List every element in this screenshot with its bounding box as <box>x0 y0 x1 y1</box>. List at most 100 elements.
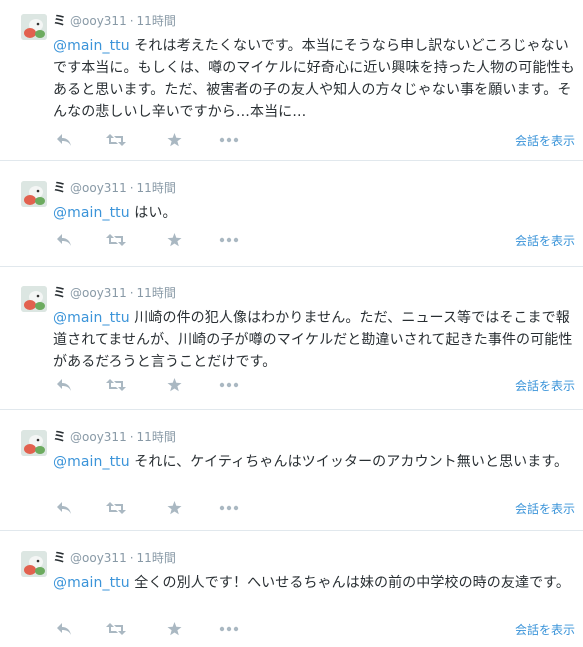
tweet[interactable]: ミ @ooy311 · 11時間 @main_ttu 川崎の件の犯人像はわかりません。… <box>0 272 583 410</box>
tweet-text: @main_ttu それに、ケイティちゃんはツイッターのアカウント無いと思います… <box>53 451 579 473</box>
favorite-button[interactable] <box>163 499 185 517</box>
reply-icon <box>57 234 71 246</box>
retweet-button[interactable] <box>105 376 127 394</box>
user-name[interactable]: ミ <box>53 14 66 29</box>
mention-link[interactable]: @main_ttu <box>53 454 130 470</box>
reply-button[interactable] <box>53 620 75 638</box>
retweet-icon <box>106 623 126 635</box>
favorite-icon <box>167 622 181 636</box>
avatar[interactable] <box>21 181 47 207</box>
tweet-actions: 会話を表示 <box>53 499 579 519</box>
retweet-button[interactable] <box>105 620 127 638</box>
tweet-body: それに、ケイティちゃんはツイッターのアカウント無いと思います。 <box>129 454 569 470</box>
tweet-text: @main_ttu 全くの別人です！へいせるちゃんは妹の前の中学校の時の友達です… <box>53 572 579 594</box>
tweet-body: はい。 <box>129 205 177 221</box>
favorite-button[interactable] <box>163 620 185 638</box>
tweet[interactable]: ミ @ooy311 · 11時間 @main_ttu はい。 会話を表示 <box>0 167 583 267</box>
reply-button[interactable] <box>53 499 75 517</box>
tweet-header: ミ @ooy311 · 11時間 <box>53 550 176 567</box>
retweet-icon <box>106 379 126 391</box>
timestamp[interactable]: 11時間 <box>137 286 176 300</box>
tweet-text: @main_ttu 川崎の件の犯人像はわかりません。ただ、ニュース等ではそこまで… <box>53 307 579 373</box>
retweet-icon <box>106 502 126 514</box>
avatar[interactable] <box>21 286 47 312</box>
separator-dot: · <box>129 14 134 28</box>
view-conversation-link[interactable]: 会話を表示 <box>515 377 575 394</box>
tweet-actions: 会話を表示 <box>53 620 579 640</box>
more-icon <box>219 626 239 632</box>
user-name[interactable]: ミ <box>53 181 66 196</box>
favorite-button[interactable] <box>163 376 185 394</box>
tweet-header: ミ @ooy311 · 11時間 <box>53 429 176 446</box>
view-conversation-link[interactable]: 会話を表示 <box>515 132 575 149</box>
view-conversation-link[interactable]: 会話を表示 <box>515 500 575 517</box>
reply-icon <box>57 623 71 635</box>
tweet[interactable]: ミ @ooy311 · 11時間 @main_ttu それは考えたくないです。本当にそ… <box>0 0 583 161</box>
favorite-icon <box>167 233 181 247</box>
avatar[interactable] <box>21 14 47 40</box>
more-button[interactable] <box>218 231 240 249</box>
timestamp[interactable]: 11時間 <box>137 551 176 565</box>
mention-link[interactable]: @main_ttu <box>53 205 130 221</box>
timeline: ミ @ooy311 · 11時間 @main_ttu それは考えたくないです。本当にそ… <box>0 0 583 637</box>
user-name[interactable]: ミ <box>53 551 66 566</box>
more-icon <box>219 505 239 511</box>
favorite-icon <box>167 133 181 147</box>
retweet-icon <box>106 134 126 146</box>
user-handle[interactable]: @ooy311 <box>70 181 127 195</box>
more-button[interactable] <box>218 620 240 638</box>
favorite-button[interactable] <box>163 231 185 249</box>
reply-icon <box>57 379 71 391</box>
reply-button[interactable] <box>53 231 75 249</box>
separator-dot: · <box>129 181 134 195</box>
tweet-text: @main_ttu はい。 <box>53 202 579 224</box>
user-handle[interactable]: @ooy311 <box>70 286 127 300</box>
more-button[interactable] <box>218 131 240 149</box>
timestamp[interactable]: 11時間 <box>137 181 176 195</box>
tweet-body: 全くの別人です！へいせるちゃんは妹の前の中学校の時の友達です。 <box>129 575 570 591</box>
tweet[interactable]: ミ @ooy311 · 11時間 @main_ttu それに、ケイティちゃんはツイッタ… <box>0 416 583 531</box>
retweet-button[interactable] <box>105 131 127 149</box>
reply-button[interactable] <box>53 376 75 394</box>
tweet-body: それは考えたくないです。本当にそうなら申し訳ないどころじゃないです本当に。もしく… <box>53 38 575 120</box>
timestamp[interactable]: 11時間 <box>137 430 176 444</box>
reply-icon <box>57 502 71 514</box>
favorite-icon <box>167 378 181 392</box>
view-conversation-link[interactable]: 会話を表示 <box>515 621 575 638</box>
more-icon <box>219 137 239 143</box>
tweet-actions: 会話を表示 <box>53 376 579 396</box>
avatar[interactable] <box>21 430 47 456</box>
more-button[interactable] <box>218 499 240 517</box>
separator-dot: · <box>129 286 134 300</box>
user-handle[interactable]: @ooy311 <box>70 430 127 444</box>
reply-button[interactable] <box>53 131 75 149</box>
mention-link[interactable]: @main_ttu <box>53 310 130 326</box>
retweet-button[interactable] <box>105 231 127 249</box>
retweet-button[interactable] <box>105 499 127 517</box>
user-name[interactable]: ミ <box>53 286 66 301</box>
user-handle[interactable]: @ooy311 <box>70 14 127 28</box>
view-conversation-link[interactable]: 会話を表示 <box>515 232 575 249</box>
tweet-header: ミ @ooy311 · 11時間 <box>53 13 176 30</box>
retweet-icon <box>106 234 126 246</box>
mention-link[interactable]: @main_ttu <box>53 38 130 54</box>
tweet-actions: 会話を表示 <box>53 231 579 251</box>
tweet-actions: 会話を表示 <box>53 131 579 151</box>
timestamp[interactable]: 11時間 <box>137 14 176 28</box>
tweet-header: ミ @ooy311 · 11時間 <box>53 285 176 302</box>
more-button[interactable] <box>218 376 240 394</box>
tweet-text: @main_ttu それは考えたくないです。本当にそうなら申し訳ないどころじゃな… <box>53 35 579 123</box>
separator-dot: · <box>129 430 134 444</box>
tweet-header: ミ @ooy311 · 11時間 <box>53 180 176 197</box>
user-handle[interactable]: @ooy311 <box>70 551 127 565</box>
user-name[interactable]: ミ <box>53 430 66 445</box>
avatar[interactable] <box>21 551 47 577</box>
mention-link[interactable]: @main_ttu <box>53 575 130 591</box>
favorite-button[interactable] <box>163 131 185 149</box>
more-icon <box>219 237 239 243</box>
tweet-body: 川崎の件の犯人像はわかりません。ただ、ニュース等ではそこまで報道されてませんが、… <box>53 310 573 370</box>
favorite-icon <box>167 501 181 515</box>
separator-dot: · <box>129 551 134 565</box>
reply-icon <box>57 134 71 146</box>
more-icon <box>219 382 239 388</box>
